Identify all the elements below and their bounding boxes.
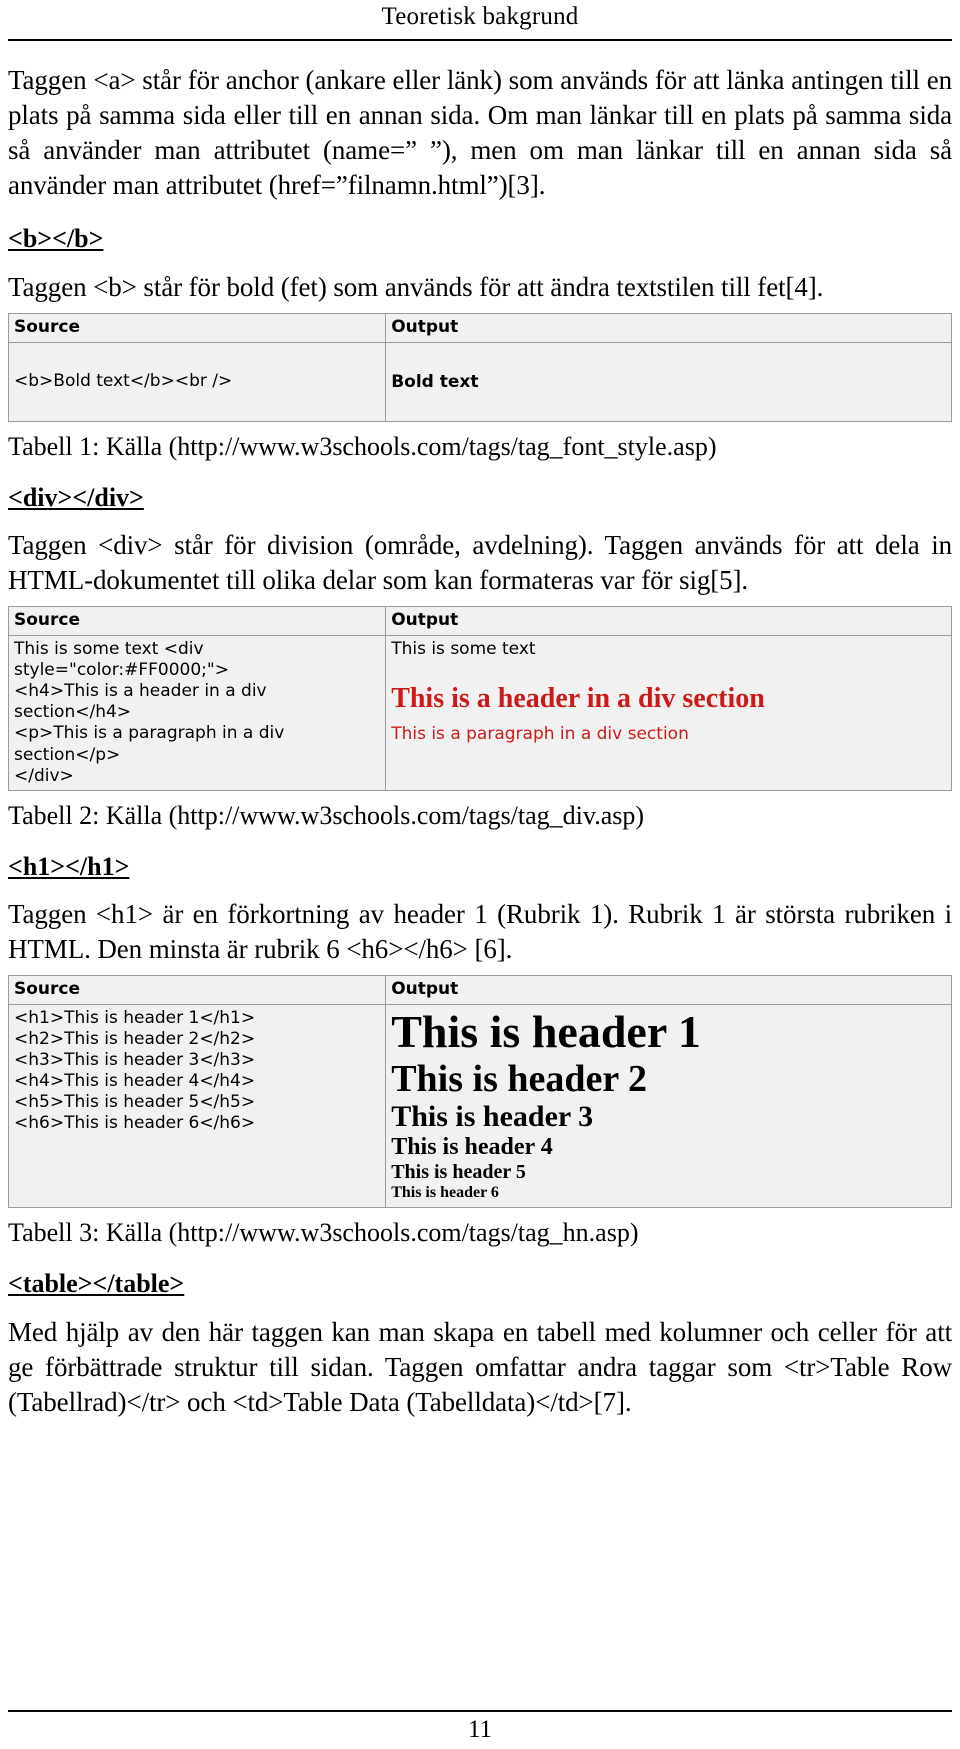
output-header-6: This is header 6: [391, 1184, 499, 1202]
h1-paragraph: Taggen <h1> är en förkortning av header …: [8, 899, 952, 965]
page-footer: 11: [8, 1709, 952, 1744]
table-row: <h1>This is header 1</h1> <h2>This is he…: [7, 1004, 952, 1209]
div-paragraph: Taggen <div> står för division (område, …: [8, 530, 952, 596]
output-header-1: This is header 1: [391, 1006, 701, 1058]
table-paragraph: Med hjälp av den här taggen kan man skap…: [8, 1316, 952, 1418]
bold-tag-heading: <b></b>: [8, 224, 104, 254]
div-tag-heading: <div></div>: [8, 482, 144, 512]
bold-heading-wrapper: <b></b>: [8, 225, 952, 254]
div-output-plain-text: This is some text: [391, 639, 536, 660]
h1-output-cell: This is header 1 This is header 2 This i…: [385, 1004, 952, 1209]
table-row: <b>Bold text</b><br /> Bold text: [7, 341, 952, 422]
h1-source-cell: <h1>This is header 1</h1> <h2>This is he…: [7, 1004, 387, 1209]
bold-source-cell: <b>Bold text</b><br />: [7, 341, 387, 422]
document-page: Teoretisk bakgrund Taggen <a> står för a…: [0, 0, 960, 1749]
table-header-row: Source Output: [7, 975, 952, 1006]
table-heading-wrapper: <table></table>: [8, 1270, 952, 1299]
h1-example-table: Source Output <h1>This is header 1</h1> …: [7, 975, 952, 1209]
table-tag-heading: <table></table>: [8, 1269, 185, 1299]
page-number: 11: [467, 1715, 493, 1743]
table-row: This is some text <div style="color:#FF0…: [7, 635, 952, 791]
h1-source-code: <h1>This is header 1</h1> <h2>This is he…: [14, 1008, 256, 1134]
column-header-source: Source: [7, 313, 387, 343]
bold-source-code: <b>Bold text</b><br />: [14, 371, 233, 392]
div-output-paragraph-text: This is a paragraph in a div section: [391, 723, 689, 744]
output-header-5: This is header 5: [391, 1161, 526, 1184]
div-output-cell: This is some text This is a header in a …: [385, 635, 952, 791]
bold-output-text: Bold text: [391, 371, 479, 392]
bold-paragraph: Taggen <b> står för bold (fet) som använ…: [8, 271, 824, 302]
table-2-caption: Tabell 2: Källa (http://www.w3schools.co…: [8, 800, 645, 830]
running-header: Teoretisk bakgrund: [381, 3, 579, 30]
column-header-output: Output: [385, 606, 952, 637]
footer-divider: [8, 1709, 952, 1712]
bold-example-table: Source Output <b>Bold text</b><br /> Bol…: [7, 313, 952, 422]
column-header-output: Output: [385, 975, 952, 1006]
div-heading-wrapper: <div></div>: [8, 482, 952, 513]
bold-output-cell: Bold text: [385, 341, 952, 422]
table-header-row: Source Output: [7, 313, 952, 343]
div-output-header-text: This is a header in a div section: [391, 683, 765, 715]
column-header-output: Output: [385, 313, 952, 343]
header-divider: [8, 39, 952, 41]
h1-tag-heading: <h1></h1>: [8, 851, 130, 881]
table-1-caption: Tabell 1: Källa (http://www.w3schools.co…: [8, 431, 717, 461]
output-header-4: This is header 4: [391, 1133, 553, 1160]
div-source-code: This is some text <div style="color:#FF0…: [14, 639, 285, 786]
div-source-cell: This is some text <div style="color:#FF0…: [7, 635, 387, 791]
column-header-source: Source: [7, 975, 387, 1006]
table-header-row: Source Output: [7, 606, 952, 637]
output-header-2: This is header 2: [391, 1057, 648, 1100]
output-header-3: This is header 3: [391, 1100, 594, 1134]
h1-heading-wrapper: <h1></h1>: [8, 851, 952, 882]
anchor-paragraph: Taggen <a> står för anchor (ankare eller…: [8, 65, 952, 201]
div-example-table: Source Output This is some text <div sty…: [7, 606, 952, 791]
column-header-source: Source: [7, 606, 387, 637]
table-3-caption: Tabell 3: Källa (http://www.w3schools.co…: [8, 1218, 639, 1248]
